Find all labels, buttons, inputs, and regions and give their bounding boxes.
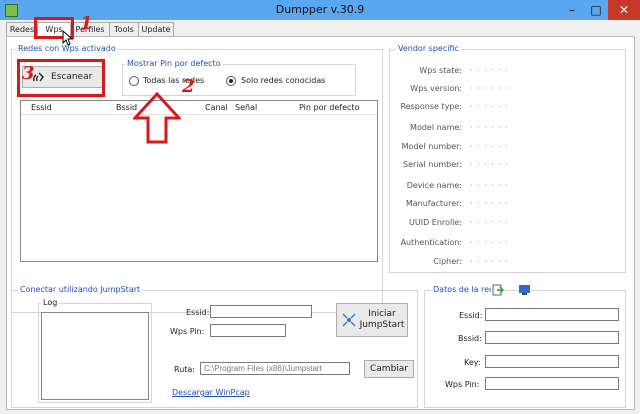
- title-bar: Dumpper v.30.9 – □ ✕: [0, 0, 640, 20]
- network-wps-pin-field[interactable]: [485, 377, 619, 390]
- ruta-label: Ruta:: [174, 365, 196, 374]
- jumpstart-wps-pin-input[interactable]: [210, 324, 286, 337]
- network-bssid-label: Bssid:: [458, 334, 482, 343]
- vendor-model-number-value: · · · · · ·: [470, 142, 509, 151]
- log-textbox[interactable]: [41, 312, 149, 400]
- minimize-button[interactable]: –: [560, 0, 584, 20]
- ruta-input[interactable]: [200, 362, 350, 375]
- jumpstart-group: Conectar utilizando JumpStart Log Essid:…: [11, 285, 418, 408]
- wps-network-list[interactable]: Essid Bssid Canal Señal Pin por defecto: [20, 100, 378, 262]
- network-data-group: Datos de la red Essid: Bssid: Key: Wps P…: [424, 283, 626, 408]
- vendor-uuid-enrolle-label: UUID Enrolle:: [409, 218, 462, 227]
- column-default-pin[interactable]: Pin por defecto: [299, 103, 359, 112]
- vendor-specific-group: Vendor specific Wps state: · · · · · · W…: [389, 44, 626, 273]
- column-essid[interactable]: Essid: [31, 103, 52, 112]
- radio-known-networks-label: Solo redes conocidas: [241, 76, 326, 85]
- log-group: Log: [38, 298, 152, 403]
- vendor-wps-version-value: · · · · · ·: [470, 84, 509, 93]
- vendor-serial-number-value: · · · · · ·: [470, 160, 509, 169]
- radio-all-networks[interactable]: [129, 76, 139, 86]
- network-data-group-label: Datos de la red: [431, 285, 497, 294]
- jumpstart-essid-input[interactable]: [210, 305, 312, 318]
- vendor-wps-state-label: Wps state:: [419, 66, 462, 75]
- vendor-manufacturer-value: · · · · · ·: [470, 199, 509, 208]
- radio-selected-dot: [229, 79, 233, 83]
- vendor-model-name-label: Model name:: [410, 123, 462, 132]
- start-jumpstart-line1: Iniciar: [368, 309, 396, 319]
- column-senal[interactable]: Señal: [235, 103, 257, 112]
- start-jumpstart-button[interactable]: Iniciar JumpStart: [336, 303, 408, 337]
- vendor-specific-group-label: Vendor specific: [396, 44, 461, 53]
- network-icon[interactable]: [518, 283, 531, 296]
- jumpstart-wps-pin-label: Wps Pin:: [170, 327, 205, 336]
- annotation-step-1: 1: [80, 13, 93, 34]
- mouse-cursor-icon: [62, 30, 74, 46]
- list-header: Essid Bssid Canal Señal Pin por defecto: [21, 101, 377, 115]
- export-icon[interactable]: [491, 283, 504, 296]
- vendor-wps-state-value: · · · · · ·: [470, 66, 509, 75]
- vendor-model-name-value: · · · · · ·: [470, 123, 509, 132]
- network-essid-label: Essid:: [459, 311, 483, 320]
- download-winpcap-link[interactable]: Descargar WinPcap: [172, 388, 250, 397]
- vendor-response-type-label: Response type:: [400, 102, 462, 111]
- show-default-pin-label: Mostrar Pin por defecto: [125, 59, 223, 68]
- dumpper-window: Dumpper v.30.9 – □ ✕ Redes Wps Perfiles …: [0, 0, 640, 414]
- vendor-device-name-label: Device name:: [406, 181, 462, 190]
- jumpstart-group-label: Conectar utilizando JumpStart: [18, 285, 143, 294]
- window-title: Dumpper v.30.9: [275, 3, 365, 16]
- annotation-step-2: 2: [182, 76, 195, 97]
- vendor-cipher-value: · · · · · ·: [470, 257, 509, 266]
- vendor-cipher-label: Cipher:: [433, 257, 462, 266]
- up-arrow-annotation-icon: [133, 92, 181, 144]
- jumpstart-essid-label: Essid:: [186, 308, 210, 317]
- tab-update[interactable]: Update: [138, 22, 174, 36]
- network-key-label: Key:: [464, 358, 481, 367]
- cambiar-button[interactable]: Cambiar: [364, 360, 414, 378]
- column-canal[interactable]: Canal: [205, 103, 228, 112]
- log-label: Log: [41, 298, 60, 307]
- vendor-model-number-label: Model number:: [401, 142, 462, 151]
- jumpstart-icon: [342, 313, 356, 327]
- vendor-wps-version-label: Wps version:: [410, 84, 462, 93]
- vendor-serial-number-label: Serial number:: [403, 160, 462, 169]
- network-bssid-field[interactable]: [485, 331, 619, 344]
- start-jumpstart-line2: JumpStart: [359, 320, 405, 330]
- network-key-field[interactable]: [485, 355, 619, 368]
- annotation-step-3: 3: [22, 63, 35, 84]
- close-button[interactable]: ✕: [608, 0, 640, 20]
- vendor-uuid-enrolle-value: · · · · · ·: [470, 218, 509, 227]
- vendor-authentication-label: Authentication:: [400, 238, 462, 247]
- vendor-device-name-value: · · · · · ·: [470, 181, 509, 190]
- network-wps-pin-label: Wps Pin:: [445, 380, 480, 389]
- vendor-manufacturer-label: Manufacturer:: [405, 199, 462, 208]
- vendor-authentication-value: · · · · · ·: [470, 238, 509, 247]
- radio-known-networks[interactable]: [226, 76, 236, 86]
- maximize-button[interactable]: □: [584, 0, 608, 20]
- tab-tools[interactable]: Tools: [109, 22, 139, 36]
- vendor-response-type-value: · · · · · ·: [470, 102, 509, 111]
- network-essid-field[interactable]: [485, 308, 619, 321]
